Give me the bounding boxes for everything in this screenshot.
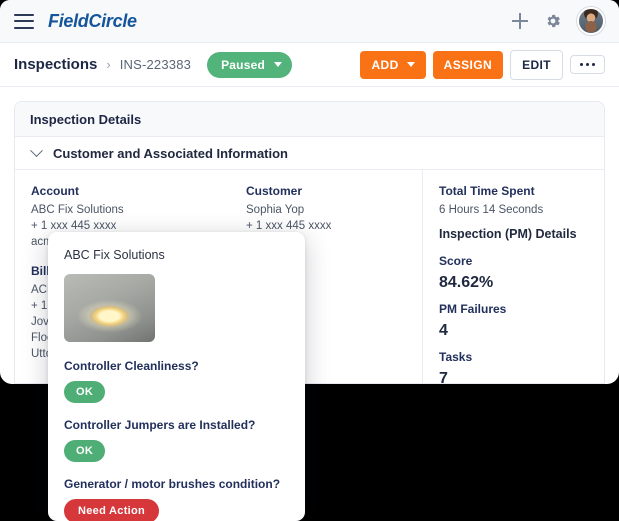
plus-icon[interactable] — [511, 12, 529, 30]
checklist-question: Generator / motor brushes condition? — [64, 477, 281, 491]
chevron-down-icon — [273, 62, 282, 67]
section-title: Customer and Associated Information — [53, 145, 288, 161]
section-header-customer-info[interactable]: Customer and Associated Information — [15, 137, 604, 170]
user-avatar[interactable] — [577, 7, 605, 35]
account-name: ABC Fix Solutions — [31, 204, 124, 216]
top-navigation-bar: FieldCircle — [0, 0, 619, 43]
add-button-label: ADD — [371, 57, 399, 72]
total-time-spent-label: Total Time Spent — [439, 184, 535, 198]
chevron-down-icon — [406, 62, 415, 67]
inspection-checklist-popup: ABC Fix Solutions Controller Cleanliness… — [48, 232, 305, 521]
breadcrumb-root-link[interactable]: Inspections — [14, 56, 97, 73]
checklist-question: Controller Jumpers are Installed? — [64, 418, 256, 432]
chevron-down-icon — [30, 143, 43, 157]
add-button[interactable]: ADD — [360, 50, 426, 79]
gear-icon[interactable] — [544, 12, 562, 30]
status-badge-ok[interactable]: OK — [64, 381, 106, 403]
column-pm-summary: Total Time Spent 6 Hours 14 Seconds Insp… — [422, 170, 604, 384]
account-label: Account — [31, 184, 79, 198]
checklist-question: Controller Cleanliness? — [64, 359, 199, 373]
tasks-value: 7 — [439, 370, 448, 384]
score-label: Score — [439, 254, 473, 268]
status-badge-dropdown[interactable]: Paused — [207, 51, 292, 78]
assign-button[interactable]: ASSIGN — [432, 50, 504, 79]
more-options-button[interactable] — [570, 55, 605, 74]
popup-title: ABC Fix Solutions — [64, 248, 165, 262]
dot-icon — [580, 63, 583, 66]
checklist-item: Controller Jumpers are Installed? OK — [64, 417, 289, 462]
score-value: 84.62% — [439, 274, 494, 291]
pm-details-title: Inspection (PM) Details — [439, 227, 577, 241]
app-logo[interactable]: FieldCircle — [48, 11, 137, 32]
status-badge-ok[interactable]: OK — [64, 440, 106, 462]
tasks-label: Tasks — [439, 350, 473, 364]
pm-failures-label: PM Failures — [439, 302, 507, 316]
app-root: FieldCircle Inspections › INS-223383 Pau… — [0, 0, 619, 521]
status-badge-need-action[interactable]: Need Action — [64, 499, 160, 521]
topbar-actions — [511, 7, 605, 35]
breadcrumb-separator-icon: › — [106, 57, 111, 72]
record-action-buttons: ADD ASSIGN EDIT — [360, 49, 605, 80]
dot-icon — [586, 63, 589, 66]
checklist-item: Controller Cleanliness? OK — [64, 358, 289, 403]
assign-button-label: ASSIGN — [443, 57, 493, 72]
customer-label: Customer — [246, 184, 303, 198]
pm-failures-value: 4 — [439, 322, 448, 339]
ceiling-light-photo[interactable] — [64, 274, 155, 342]
total-time-spent-value: 6 Hours 14 Seconds — [439, 204, 544, 216]
dot-icon — [592, 63, 595, 66]
breadcrumb-bar: Inspections › INS-223383 Paused ADD ASSI… — [0, 43, 619, 87]
edit-button[interactable]: EDIT — [510, 49, 563, 80]
breadcrumb-record-id: INS-223383 — [119, 57, 192, 72]
checklist-item: Generator / motor brushes condition? Nee… — [64, 476, 289, 521]
status-badge-label: Paused — [221, 57, 265, 72]
hamburger-menu-icon[interactable] — [14, 13, 34, 29]
customer-name: Sophia Yop — [246, 204, 305, 216]
card-header: Inspection Details — [15, 102, 604, 137]
